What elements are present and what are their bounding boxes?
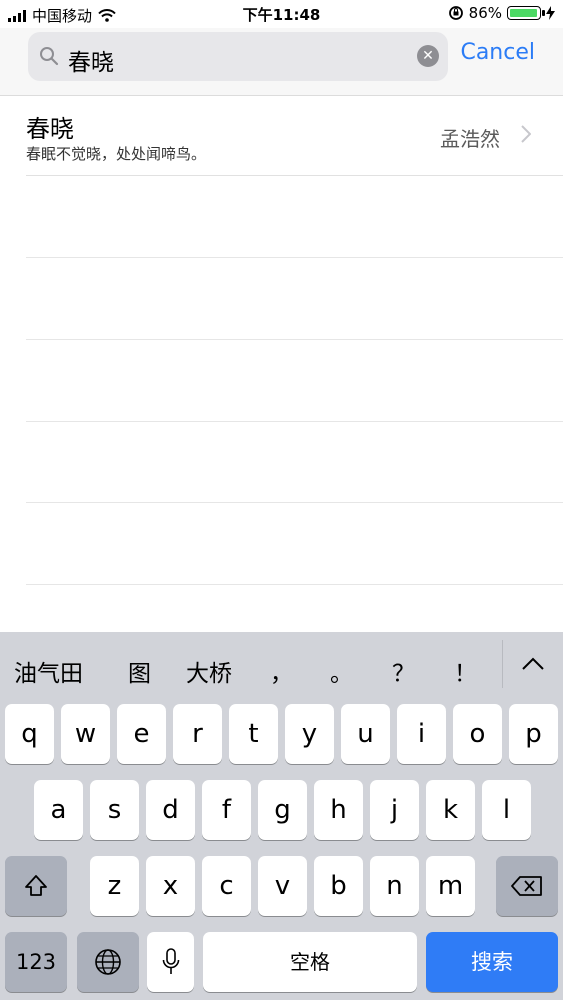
search-header: 春晓 ✕ Cancel [0,28,563,96]
key-h[interactable]: h [314,780,363,840]
list-divider [26,257,563,258]
battery-percent: 86% [468,4,502,22]
key-b[interactable]: b [314,856,363,916]
shift-key[interactable] [5,856,67,916]
key-e[interactable]: e [117,704,166,764]
result-author: 孟浩然 [440,127,500,151]
numbers-key[interactable]: 123 [5,932,67,992]
space-key[interactable]: 空格 [203,932,417,992]
charging-icon [546,6,555,20]
backspace-icon [511,876,542,896]
list-divider [26,339,563,340]
candidate-item[interactable]: 。 [330,654,353,688]
key-o[interactable]: o [453,704,502,764]
orientation-lock-icon [448,6,463,20]
key-v[interactable]: v [258,856,307,916]
result-row[interactable]: 春晓 春眠不觉晓，处处闻啼鸟。 孟浩然 [26,103,563,176]
key-p[interactable]: p [509,704,558,764]
mic-key[interactable] [147,932,194,992]
globe-key[interactable] [77,932,139,992]
key-y[interactable]: y [285,704,334,764]
keyboard: 油气田 图 大桥 ， 。 ？ ！ q w e r t y u i o p a s… [0,632,563,1000]
candidate-item[interactable]: ！ [454,654,477,688]
candidate-item[interactable]: ？ [392,654,415,688]
key-t[interactable]: t [229,704,278,764]
candidate-item[interactable]: ， [270,654,293,688]
key-l[interactable]: l [482,780,531,840]
status-bar: 中国移动 下午11:48 86% [0,0,563,28]
key-i[interactable]: i [397,704,446,764]
list-divider [26,421,563,422]
candidate-item[interactable]: 大桥 [186,654,232,688]
key-u[interactable]: u [341,704,390,764]
key-w[interactable]: w [61,704,110,764]
search-field[interactable]: 春晓 ✕ [28,32,448,81]
candidate-bar: 油气田 图 大桥 ， 。 ？ ！ [0,632,563,702]
key-c[interactable]: c [202,856,251,916]
search-input[interactable]: 春晓 [68,43,114,77]
key-d[interactable]: d [146,780,195,840]
key-g[interactable]: g [258,780,307,840]
key-f[interactable]: f [202,780,251,840]
key-z[interactable]: z [90,856,139,916]
key-n[interactable]: n [370,856,419,916]
key-x[interactable]: x [146,856,195,916]
delete-key[interactable] [496,856,558,916]
chevron-up-icon[interactable] [521,654,545,672]
key-k[interactable]: k [426,780,475,840]
shift-icon [25,875,47,896]
key-j[interactable]: j [370,780,419,840]
search-icon [40,47,59,66]
list-divider [26,502,563,503]
result-title: 春晓 [26,115,74,143]
status-right: 86% [448,4,555,22]
battery-icon [507,6,545,20]
key-m[interactable]: m [426,856,475,916]
result-subtitle: 春眠不觉晓，处处闻啼鸟。 [26,145,207,163]
candidate-item[interactable]: 图 [128,654,151,688]
search-key[interactable]: 搜索 [426,932,558,992]
key-a[interactable]: a [34,780,83,840]
globe-icon [95,949,121,975]
key-q[interactable]: q [5,704,54,764]
chevron-right-icon [521,125,531,143]
key-r[interactable]: r [173,704,222,764]
candidate-item[interactable]: 油气田 [14,654,83,688]
cancel-button[interactable]: Cancel [460,40,535,65]
clear-icon[interactable]: ✕ [417,45,439,67]
candidate-divider [502,640,503,688]
list-divider [26,584,563,585]
microphone-icon [162,948,179,974]
key-s[interactable]: s [90,780,139,840]
